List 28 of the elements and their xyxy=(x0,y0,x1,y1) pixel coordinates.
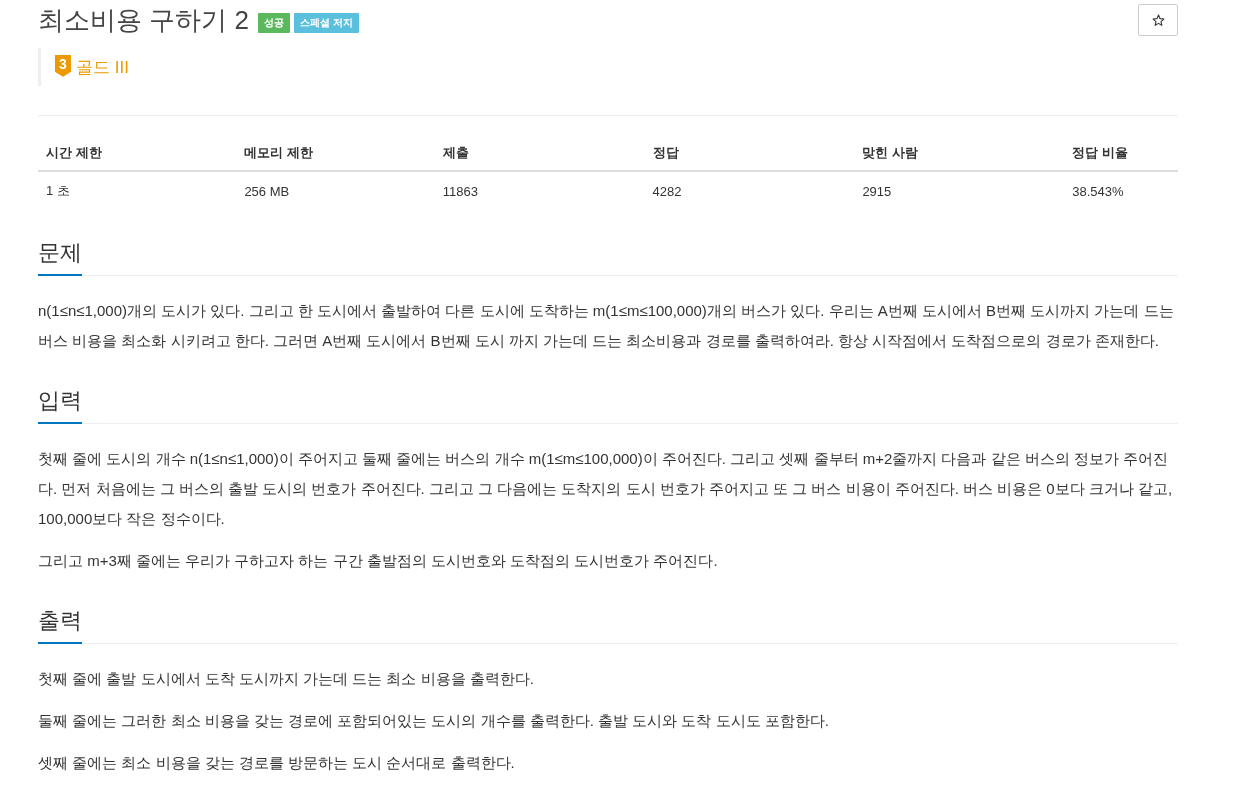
table-cell: 4282 xyxy=(644,171,855,208)
column-header: 정답 xyxy=(644,136,855,171)
table-cell: 38.543% xyxy=(1064,171,1178,208)
section-heading: 출력 xyxy=(38,604,82,644)
star-icon xyxy=(1151,13,1165,27)
column-header: 시간 제한 xyxy=(38,136,237,171)
tier-name[interactable]: 골드 III xyxy=(76,55,129,79)
status-label: 스페셜 저지 xyxy=(293,13,359,33)
star-button[interactable] xyxy=(1138,4,1178,36)
table-cell: 2915 xyxy=(854,171,1065,208)
table-cell: 11863 xyxy=(434,171,645,208)
paragraph: n(1≤n≤1,000)개의 도시가 있다. 그리고 한 도시에서 출발하여 다른 도시에 도착하는 m(1≤m≤100,000)개의 버스가 있다. 우리는 A번째 도시에서 B번째 도시까지 가는데 드는 버스 비용을 최소화 시키려고 한다. 그러면 A번째 도시에서 B번째 도시 까지 가는데 드는 최소비용과 경로를 출력하여라. 항상 시작점에서 도착점으로의 경로가 존재한다. xyxy=(38,301,1175,351)
table-cell: 1 초 xyxy=(38,171,237,208)
paragraph: 셋째 줄에는 최소 비용을 갖는 경로를 방문하는 도시 순서대로 출력한다. xyxy=(38,753,516,773)
table-cell: 256 MB xyxy=(236,171,435,208)
paragraph: 그리고 m+3째 줄에는 우리가 구하고자 하는 구간 출발점의 도시번호와 도착점의 도시번호가 주어진다. xyxy=(38,551,719,571)
paragraph: 첫째 줄에 도시의 개수 n(1≤n≤1,000)이 주어지고 둘째 줄에는 버스의 개수 m(1≤m≤100,000)이 주어진다. 그리고 셋째 줄부터 m+2줄까지 다음과 같은 버스의 정보가 주어진다. 먼저 처음에는 그 버스의 출발 도시의 번호가 주어진다. 그리고 그 다음에는 도착지의 도시 번호가 주어지고 또 그 버스 비용이 주어진다. 버스 비용은 0보다 크거나 같고, 100,000보다 작은 정수이다. xyxy=(38,449,1174,529)
section-heading: 입력 xyxy=(38,384,82,424)
problem-title: 최소비용 구하기 2 xyxy=(38,4,249,37)
column-header: 맞힌 사람 xyxy=(854,136,1065,171)
section-heading: 문제 xyxy=(38,236,82,276)
column-header: 정답 비율 xyxy=(1064,136,1178,171)
paragraph: 둘째 줄에는 그러한 최소 비용을 갖는 경로에 포함되어있는 도시의 개수를 출력한다. 출발 도시와 도착 도시도 포함한다. xyxy=(38,711,830,731)
paragraph: 첫째 줄에 출발 도시에서 도착 도시까지 가는데 드는 최소 비용을 출력한다. xyxy=(38,669,535,689)
tier-badge: 3 xyxy=(55,55,71,79)
column-header: 메모리 제한 xyxy=(236,136,435,171)
status-label: 성공 xyxy=(257,13,290,33)
column-header: 제출 xyxy=(434,136,645,171)
